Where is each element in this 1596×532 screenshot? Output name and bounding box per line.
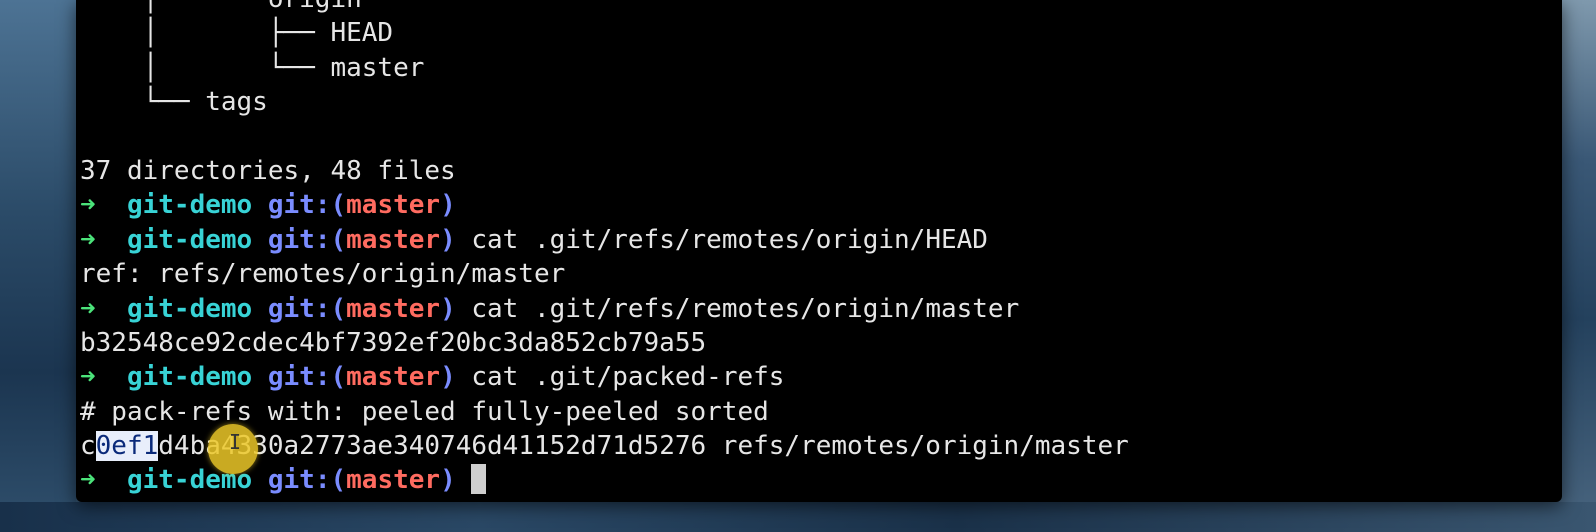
prompt-arrow-icon: ➜ <box>80 465 96 496</box>
prompt-git-close: ) <box>440 224 456 255</box>
terminal-line: b32548ce92cdec4bf7392ef20bc3da852cb79a55 <box>80 327 707 358</box>
prompt-line: ➜ git-demo git:(master) cat .git/refs/re… <box>80 292 1129 326</box>
terminal-output[interactable]: │ └── origin │ ├── HEAD │ └── master └──… <box>80 0 1129 498</box>
prompt-arrow-icon: ➜ <box>80 293 96 324</box>
prompt-git-close: ) <box>440 293 456 324</box>
prompt-directory: git-demo <box>126 293 253 324</box>
terminal-line: │ ├── HEAD <box>80 18 394 49</box>
prompt-directory: git-demo <box>126 190 253 221</box>
prompt-branch: master <box>346 465 441 496</box>
prompt-line: ➜ git-demo git:(master) <box>80 188 1129 222</box>
desktop-wallpaper-left <box>0 0 76 532</box>
prompt-git-close: ) <box>440 465 456 496</box>
terminal-line: └── tags <box>80 87 268 118</box>
prompt-git-label: git:( <box>267 224 347 255</box>
prompt-command: cat .git/refs/remotes/origin/HEAD <box>471 224 988 255</box>
desktop-wallpaper-bottom <box>0 502 1596 532</box>
terminal-line: 37 directories, 48 files <box>80 155 456 186</box>
prompt-branch: master <box>346 362 441 393</box>
prompt-arrow-icon: ➜ <box>80 224 96 255</box>
prompt-branch: master <box>346 293 441 324</box>
prompt-command: cat .git/packed-refs <box>471 362 785 393</box>
prompt-branch: master <box>346 190 441 221</box>
prompt-git-label: git:( <box>267 190 347 221</box>
prompt-git-label: git:( <box>267 465 347 496</box>
prompt-git-close: ) <box>440 362 456 393</box>
prompt-git-label: git:( <box>267 362 347 393</box>
output-text: c <box>80 431 96 462</box>
prompt-git-close: ) <box>440 190 456 221</box>
ibeam-cursor-icon: I <box>229 430 242 454</box>
prompt-line: ➜ git-demo git:(master) cat .git/packed-… <box>80 360 1129 394</box>
terminal-line: │ └── master <box>80 52 425 83</box>
prompt-branch: master <box>346 224 441 255</box>
prompt-arrow-icon: ➜ <box>80 362 96 393</box>
prompt-directory: git-demo <box>126 224 253 255</box>
prompt-git-label: git:( <box>267 293 347 324</box>
prompt-command: cat .git/refs/remotes/origin/master <box>471 293 1020 324</box>
terminal-line: ref: refs/remotes/origin/master <box>80 259 566 290</box>
prompt-arrow-icon: ➜ <box>80 190 96 221</box>
text-cursor[interactable] <box>471 464 487 495</box>
terminal-window[interactable]: │ └── origin │ ├── HEAD │ └── master └──… <box>76 0 1562 502</box>
prompt-directory: git-demo <box>126 362 253 393</box>
terminal-line: │ └── origin <box>80 0 1129 16</box>
selected-text: 0ef1 <box>95 431 159 462</box>
prompt-line: ➜ git-demo git:(master) cat .git/refs/re… <box>80 223 1129 257</box>
output-text: d4ba4330a2773ae340746d41152d71d5276 refs… <box>158 431 1129 462</box>
